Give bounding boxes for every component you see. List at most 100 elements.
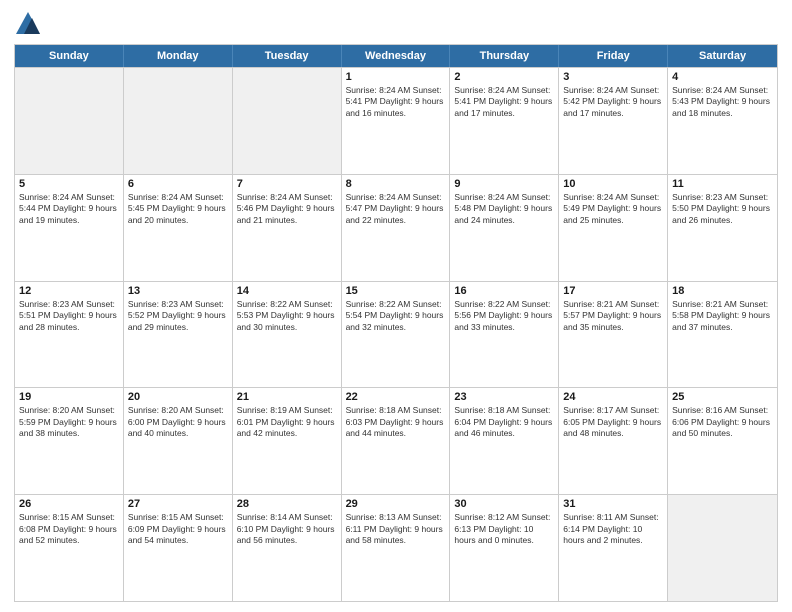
day-number: 10 — [563, 178, 663, 190]
day-number: 30 — [454, 498, 554, 510]
calendar-cell-17: 17 Sunrise: 8:21 AM Sunset: 5:57 PM Dayli… — [559, 282, 668, 388]
cell-info: Sunrise: 8:24 AM Sunset: 5:41 PM Dayligh… — [454, 85, 554, 119]
calendar-cell-30: 30 Sunrise: 8:12 AM Sunset: 6:13 PM Dayli… — [450, 495, 559, 601]
day-number: 1 — [346, 71, 446, 83]
cell-info: Sunrise: 8:22 AM Sunset: 5:54 PM Dayligh… — [346, 299, 446, 333]
calendar-cell-empty-0-2 — [233, 68, 342, 174]
cell-info: Sunrise: 8:15 AM Sunset: 6:08 PM Dayligh… — [19, 512, 119, 546]
day-number: 22 — [346, 391, 446, 403]
cell-info: Sunrise: 8:15 AM Sunset: 6:09 PM Dayligh… — [128, 512, 228, 546]
calendar-cell-9: 9 Sunrise: 8:24 AM Sunset: 5:48 PM Daylig… — [450, 175, 559, 281]
calendar-cell-11: 11 Sunrise: 8:23 AM Sunset: 5:50 PM Dayli… — [668, 175, 777, 281]
calendar-cell-12: 12 Sunrise: 8:23 AM Sunset: 5:51 PM Dayli… — [15, 282, 124, 388]
calendar-cell-25: 25Sunrise: 8:16 AM Sunset: 6:06 PM Dayli… — [668, 388, 777, 494]
calendar-cell-29: 29 Sunrise: 8:13 AM Sunset: 6:11 PM Dayli… — [342, 495, 451, 601]
calendar-cell-7: 7Sunrise: 8:24 AM Sunset: 5:46 PM Daylig… — [233, 175, 342, 281]
day-number: 18 — [672, 285, 773, 297]
cell-info: Sunrise: 8:24 AM Sunset: 5:45 PM Dayligh… — [128, 192, 228, 226]
calendar: SundayMondayTuesdayWednesdayThursdayFrid… — [14, 44, 778, 602]
header-day-monday: Monday — [124, 45, 233, 67]
calendar-cell-18: 18 Sunrise: 8:21 AM Sunset: 5:58 PM Dayli… — [668, 282, 777, 388]
calendar-cell-empty-4-6 — [668, 495, 777, 601]
cell-info: Sunrise: 8:22 AM Sunset: 5:53 PM Dayligh… — [237, 299, 337, 333]
day-number: 9 — [454, 178, 554, 190]
calendar-cell-20: 20 Sunrise: 8:20 AM Sunset: 6:00 PM Dayli… — [124, 388, 233, 494]
header-day-thursday: Thursday — [450, 45, 559, 67]
day-number: 15 — [346, 285, 446, 297]
cell-info: Sunrise: 8:18 AM Sunset: 6:03 PM Dayligh… — [346, 405, 446, 439]
cell-info: Sunrise: 8:24 AM Sunset: 5:47 PM Dayligh… — [346, 192, 446, 226]
cell-info: Sunrise: 8:19 AM Sunset: 6:01 PM Dayligh… — [237, 405, 337, 439]
cell-info: Sunrise: 8:17 AM Sunset: 6:05 PM Dayligh… — [563, 405, 663, 439]
cell-info: Sunrise: 8:23 AM Sunset: 5:50 PM Dayligh… — [672, 192, 773, 226]
cell-info: Sunrise: 8:12 AM Sunset: 6:13 PM Dayligh… — [454, 512, 554, 546]
header-day-sunday: Sunday — [15, 45, 124, 67]
cell-info: Sunrise: 8:22 AM Sunset: 5:56 PM Dayligh… — [454, 299, 554, 333]
day-number: 26 — [19, 498, 119, 510]
day-number: 6 — [128, 178, 228, 190]
day-number: 29 — [346, 498, 446, 510]
calendar-row-0: 1 Sunrise: 8:24 AM Sunset: 5:41 PM Daylig… — [15, 67, 777, 174]
day-number: 16 — [454, 285, 554, 297]
day-number: 21 — [237, 391, 337, 403]
cell-info: Sunrise: 8:24 AM Sunset: 5:48 PM Dayligh… — [454, 192, 554, 226]
day-number: 13 — [128, 285, 228, 297]
calendar-cell-19: 19 Sunrise: 8:20 AM Sunset: 5:59 PM Dayli… — [15, 388, 124, 494]
calendar-row-1: 5Sunrise: 8:24 AM Sunset: 5:44 PM Daylig… — [15, 174, 777, 281]
day-number: 14 — [237, 285, 337, 297]
cell-info: Sunrise: 8:21 AM Sunset: 5:58 PM Dayligh… — [672, 299, 773, 333]
calendar-cell-empty-0-0 — [15, 68, 124, 174]
calendar-cell-16: 16 Sunrise: 8:22 AM Sunset: 5:56 PM Dayli… — [450, 282, 559, 388]
day-number: 20 — [128, 391, 228, 403]
calendar-header: SundayMondayTuesdayWednesdayThursdayFrid… — [15, 45, 777, 67]
day-number: 19 — [19, 391, 119, 403]
calendar-cell-22: 22 Sunrise: 8:18 AM Sunset: 6:03 PM Dayli… — [342, 388, 451, 494]
day-number: 23 — [454, 391, 554, 403]
header-day-tuesday: Tuesday — [233, 45, 342, 67]
calendar-cell-23: 23 Sunrise: 8:18 AM Sunset: 6:04 PM Dayli… — [450, 388, 559, 494]
header-day-saturday: Saturday — [668, 45, 777, 67]
cell-info: Sunrise: 8:14 AM Sunset: 6:10 PM Dayligh… — [237, 512, 337, 546]
cell-info: Sunrise: 8:18 AM Sunset: 6:04 PM Dayligh… — [454, 405, 554, 439]
cell-info: Sunrise: 8:21 AM Sunset: 5:57 PM Dayligh… — [563, 299, 663, 333]
cell-info: Sunrise: 8:23 AM Sunset: 5:51 PM Dayligh… — [19, 299, 119, 333]
calendar-cell-15: 15 Sunrise: 8:22 AM Sunset: 5:54 PM Dayli… — [342, 282, 451, 388]
cell-info: Sunrise: 8:24 AM Sunset: 5:42 PM Dayligh… — [563, 85, 663, 119]
calendar-cell-3: 3Sunrise: 8:24 AM Sunset: 5:42 PM Daylig… — [559, 68, 668, 174]
calendar-cell-5: 5Sunrise: 8:24 AM Sunset: 5:44 PM Daylig… — [15, 175, 124, 281]
day-number: 4 — [672, 71, 773, 83]
day-number: 17 — [563, 285, 663, 297]
calendar-cell-28: 28 Sunrise: 8:14 AM Sunset: 6:10 PM Dayli… — [233, 495, 342, 601]
cell-info: Sunrise: 8:24 AM Sunset: 5:49 PM Dayligh… — [563, 192, 663, 226]
day-number: 8 — [346, 178, 446, 190]
calendar-cell-31: 31 Sunrise: 8:11 AM Sunset: 6:14 PM Dayli… — [559, 495, 668, 601]
calendar-cell-1: 1 Sunrise: 8:24 AM Sunset: 5:41 PM Daylig… — [342, 68, 451, 174]
calendar-cell-8: 8 Sunrise: 8:24 AM Sunset: 5:47 PM Daylig… — [342, 175, 451, 281]
calendar-cell-27: 27 Sunrise: 8:15 AM Sunset: 6:09 PM Dayli… — [124, 495, 233, 601]
calendar-cell-4: 4Sunrise: 8:24 AM Sunset: 5:43 PM Daylig… — [668, 68, 777, 174]
day-number: 27 — [128, 498, 228, 510]
day-number: 12 — [19, 285, 119, 297]
day-number: 28 — [237, 498, 337, 510]
cell-info: Sunrise: 8:24 AM Sunset: 5:46 PM Dayligh… — [237, 192, 337, 226]
day-number: 11 — [672, 178, 773, 190]
cell-info: Sunrise: 8:20 AM Sunset: 5:59 PM Dayligh… — [19, 405, 119, 439]
day-number: 31 — [563, 498, 663, 510]
cell-info: Sunrise: 8:24 AM Sunset: 5:41 PM Dayligh… — [346, 85, 446, 119]
day-number: 25 — [672, 391, 773, 403]
calendar-cell-empty-0-1 — [124, 68, 233, 174]
cell-info: Sunrise: 8:20 AM Sunset: 6:00 PM Dayligh… — [128, 405, 228, 439]
page: SundayMondayTuesdayWednesdayThursdayFrid… — [0, 0, 792, 612]
day-number: 2 — [454, 71, 554, 83]
cell-info: Sunrise: 8:13 AM Sunset: 6:11 PM Dayligh… — [346, 512, 446, 546]
cell-info: Sunrise: 8:11 AM Sunset: 6:14 PM Dayligh… — [563, 512, 663, 546]
calendar-body: 1 Sunrise: 8:24 AM Sunset: 5:41 PM Daylig… — [15, 67, 777, 601]
logo — [14, 10, 46, 38]
calendar-row-3: 19 Sunrise: 8:20 AM Sunset: 5:59 PM Dayli… — [15, 387, 777, 494]
header-day-friday: Friday — [559, 45, 668, 67]
day-number: 24 — [563, 391, 663, 403]
logo-icon — [14, 10, 42, 38]
calendar-cell-10: 10 Sunrise: 8:24 AM Sunset: 5:49 PM Dayli… — [559, 175, 668, 281]
calendar-cell-21: 21 Sunrise: 8:19 AM Sunset: 6:01 PM Dayli… — [233, 388, 342, 494]
calendar-row-2: 12 Sunrise: 8:23 AM Sunset: 5:51 PM Dayli… — [15, 281, 777, 388]
